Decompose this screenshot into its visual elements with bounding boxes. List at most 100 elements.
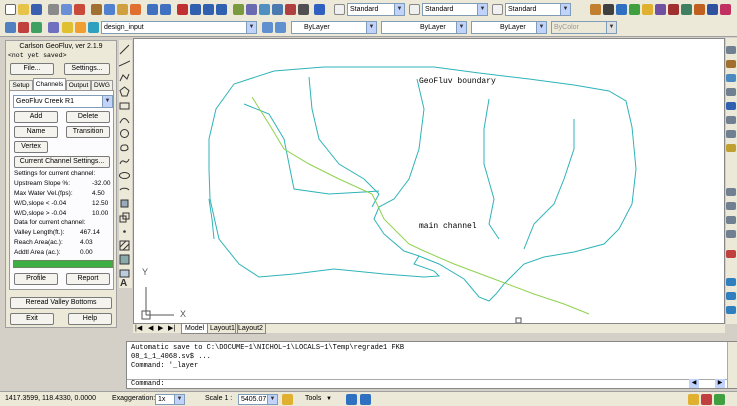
modify-icon-a[interactable] [726,46,736,54]
new-file-icon[interactable] [5,4,16,15]
open-file-icon[interactable] [18,4,29,15]
help-button[interactable]: Help [68,313,112,325]
ellipse-icon[interactable] [119,170,130,181]
carlson-icon-c[interactable] [31,22,42,33]
text-style-select[interactable]: Standard ▼ [347,3,405,16]
layer-state-icon[interactable] [62,22,73,33]
tab-layout2[interactable]: Layout2 [235,324,266,334]
exit-button[interactable]: Exit [10,313,54,325]
plot-preview-icon[interactable] [61,4,72,15]
tool-icon-h[interactable] [681,4,692,15]
scroll-right-icon[interactable]: ▶ [715,379,725,388]
modify-icon-m[interactable] [726,250,736,258]
tool-palettes-icon[interactable] [259,4,270,15]
tool-icon-i[interactable] [694,4,705,15]
linetype-select[interactable]: ByLayer ▼ [381,21,467,34]
tray-icon-a[interactable] [688,394,699,405]
tool-icon-g[interactable] [668,4,679,15]
modify-icon-f[interactable] [726,116,736,124]
make-block-icon[interactable] [119,212,130,223]
layer-freeze-icon[interactable] [75,22,86,33]
modify-icon-b[interactable] [726,60,736,68]
modify-icon-l[interactable] [726,230,736,238]
properties-icon[interactable] [233,4,244,15]
sheet-set-icon[interactable] [272,4,283,15]
add-button[interactable]: Add [14,111,58,123]
modify-icon-p[interactable] [726,306,736,314]
zoom-previous-icon[interactable] [216,4,227,15]
setting-value[interactable]: 10.00 [92,209,108,218]
copy-icon[interactable] [104,4,115,15]
scale-tool-icon[interactable] [282,394,293,405]
report-button[interactable]: Report [66,273,110,285]
dim-style-icon[interactable] [409,4,420,15]
publish-icon[interactable] [74,4,85,15]
reread-valley-bottoms-button[interactable]: Reread Valley Bottoms [10,297,112,309]
layer-select[interactable]: design_input ▼ [101,21,257,34]
match-properties-icon[interactable] [130,4,141,15]
tool-icon-d[interactable] [629,4,640,15]
tab-nav-prev[interactable]: ◀ [148,324,153,333]
help-icon[interactable] [314,4,325,15]
make-current-icon[interactable] [262,22,273,33]
polygon-icon[interactable] [119,86,130,97]
ellipse-arc-icon[interactable] [119,184,130,195]
circle-icon[interactable] [119,128,130,139]
zoom-window-icon[interactable] [203,4,214,15]
drawing-canvas[interactable]: GeoFluv boundary main channel Y X [133,38,725,324]
command-scrollbar[interactable] [727,342,737,388]
pan-icon[interactable] [177,4,188,15]
table-style-icon[interactable] [492,4,503,15]
cut-icon[interactable] [91,4,102,15]
design-center-icon[interactable] [246,4,257,15]
modify-icon-c[interactable] [726,74,736,82]
tool-icon-c[interactable] [616,4,627,15]
tool-icon-f[interactable] [655,4,666,15]
point-icon[interactable] [119,226,130,237]
arc-icon[interactable] [119,114,130,125]
construction-line-icon[interactable] [118,58,131,69]
calculator-icon[interactable] [298,4,309,15]
tray-icon-b[interactable] [701,394,712,405]
print-icon[interactable] [48,4,59,15]
spline-icon[interactable] [119,156,130,167]
lineweight-select[interactable]: ByLayer ▼ [471,21,547,34]
carlson-icon-b[interactable] [18,22,29,33]
zoom-realtime-icon[interactable] [190,4,201,15]
save-icon[interactable] [31,4,42,15]
transition-button[interactable]: Transition [66,126,110,138]
scroll-left-icon[interactable]: ◀ [689,379,699,388]
modify-icon-n[interactable] [726,278,736,286]
tool-icon-b[interactable] [603,4,614,15]
modify-icon-d[interactable] [726,88,736,96]
delete-button[interactable]: Delete [66,111,110,123]
tool-icon-k[interactable] [720,4,731,15]
tools-menu[interactable]: Tools [305,393,321,405]
rectangle-icon[interactable] [119,100,130,111]
tab-layout1[interactable]: Layout1 [207,324,238,334]
modify-icon-k[interactable] [726,216,736,224]
modify-icon-o[interactable] [726,292,736,300]
tab-nav-first[interactable]: |◀ [135,324,142,333]
table-style-select[interactable]: Standard ▼ [505,3,571,16]
modify-icon-j[interactable] [726,202,736,210]
color-select[interactable]: ByLayer ▼ [291,21,377,34]
gradient-icon[interactable] [119,254,130,265]
status-tool-icon-b[interactable] [360,394,371,405]
insert-block-icon[interactable] [119,198,130,209]
tab-model[interactable]: Model [181,324,209,334]
tab-nav-next[interactable]: ▶ [158,324,163,333]
undo-icon[interactable] [147,4,158,15]
modify-icon-g[interactable] [726,130,736,138]
settings-button[interactable]: Settings... [64,63,110,75]
layer-manager-icon[interactable] [48,22,59,33]
name-button[interactable]: Name [14,126,58,138]
setting-value[interactable]: 4.50 [92,189,105,198]
tab-nav-last[interactable]: ▶| [168,324,175,333]
scale-select[interactable]: 5405.07 ▼ [238,394,278,405]
command-prompt-input[interactable]: Command: [127,379,727,389]
vertex-button[interactable]: Vertex [14,141,48,153]
revcloud-icon[interactable] [119,142,130,153]
tool-icon-e[interactable] [642,4,653,15]
tray-icon-c[interactable] [714,394,725,405]
